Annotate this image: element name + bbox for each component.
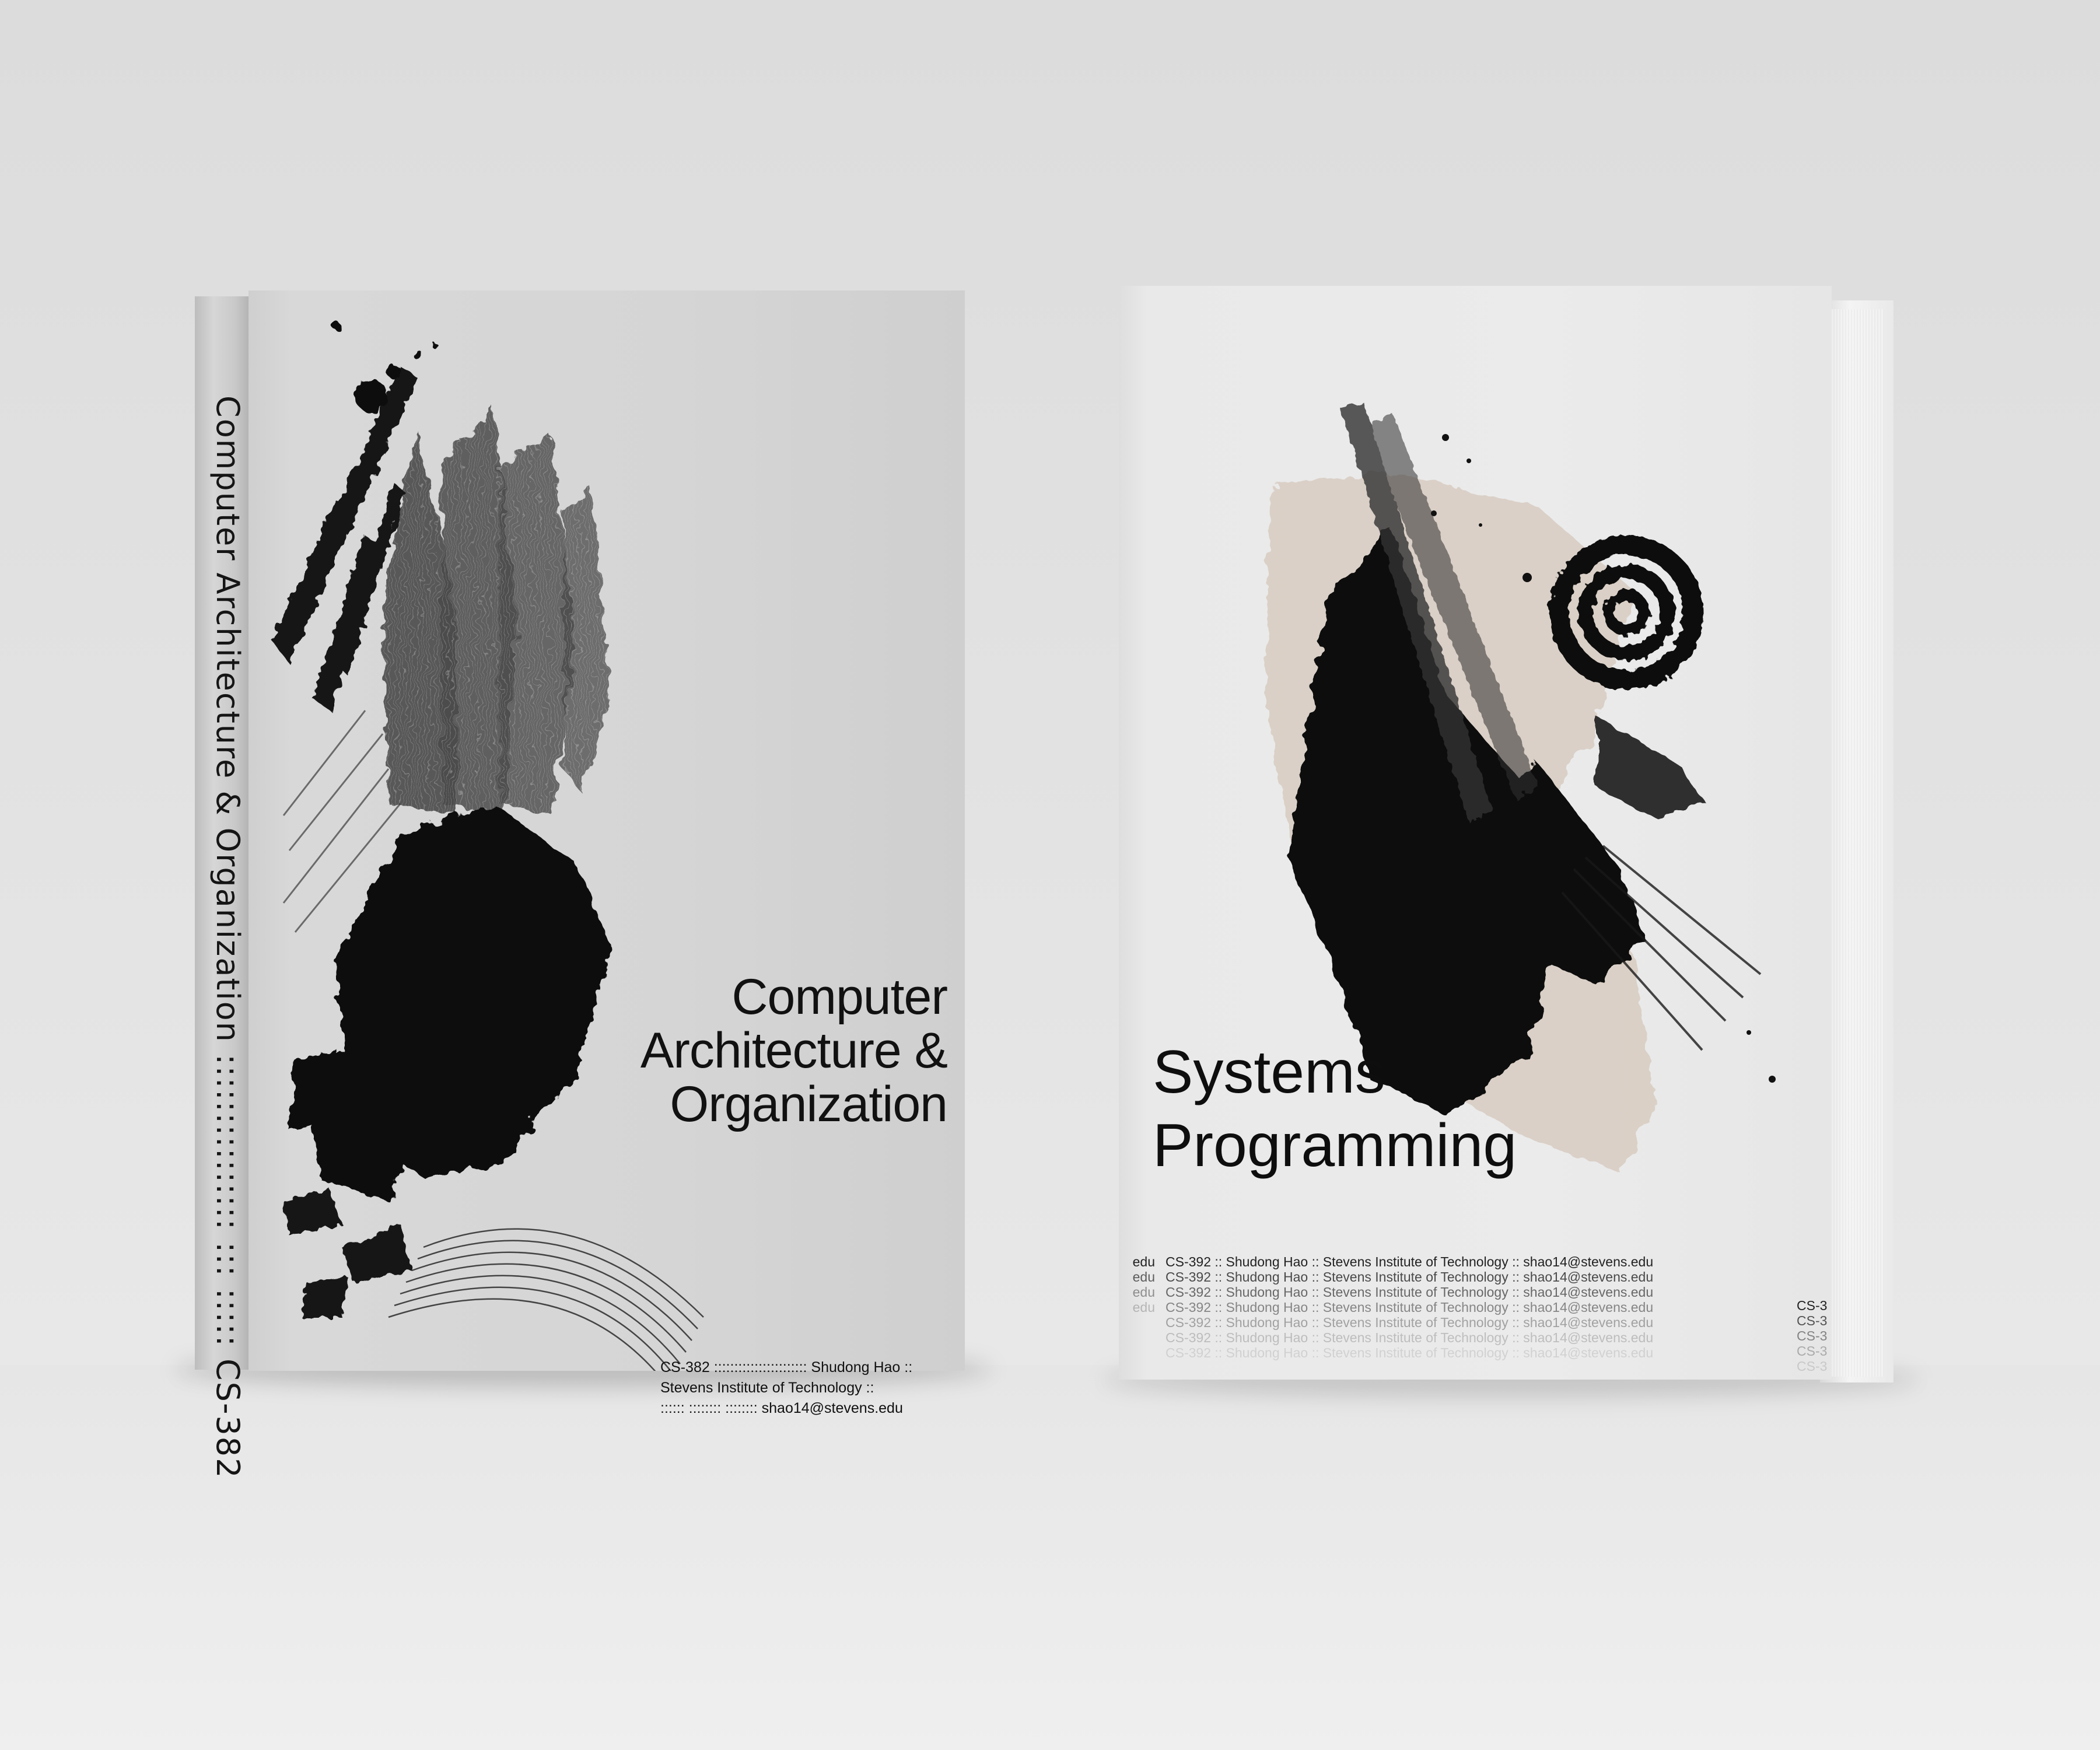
info-line: CS-392 :: Shudong Hao :: Stevens Institu…	[1166, 1254, 1654, 1269]
stub-line: CS-3	[1797, 1298, 1828, 1313]
book-left-title: Computer Architecture & Organization	[539, 969, 948, 1132]
info-lines: CS-392 :: Shudong Hao :: Stevens Institu…	[1166, 1254, 1653, 1360]
book-left-cover: Computer Architecture & Organization	[249, 290, 965, 1371]
info-line: CS-392 :: Shudong Hao :: Stevens Institu…	[1166, 1284, 1654, 1300]
info-line: CS-392 :: Shudong Hao :: Stevens Institu…	[1166, 1345, 1654, 1360]
info-line: CS-392 :: Shudong Hao :: Stevens Institu…	[1166, 1300, 1654, 1315]
meta-line: CS-382 ::::::::::::::::::::::: Shudong H…	[660, 1359, 913, 1376]
info-stub-right: CS-3 CS-3 CS-3 CS-3 CS-3	[1797, 1298, 1832, 1374]
book-right-cover: Systems Programming CS-392 :: Shudong Ha…	[1119, 286, 1832, 1380]
book-right-title: Systems Programming	[1153, 1035, 1517, 1182]
info-stub-left: edu edu edu edu	[1119, 1254, 1155, 1315]
title-line: Computer	[732, 969, 948, 1025]
title-line: Architecture &	[640, 1023, 948, 1079]
meta-line: :::::: :::::::: :::::::: shao14@stevens.…	[660, 1400, 903, 1416]
spine-title: Computer Architecture & Organization :::…	[209, 396, 246, 1479]
title-line: Organization	[670, 1076, 948, 1132]
stub-line: edu	[1132, 1269, 1155, 1284]
book-left: Computer Architecture & Organization :::…	[195, 290, 965, 1479]
book-right-pages	[1826, 309, 1884, 1377]
title-line: Systems	[1153, 1038, 1385, 1106]
title-line: Programming	[1153, 1112, 1517, 1180]
ink-brush-artwork	[272, 321, 704, 1371]
info-line: CS-392 :: Shudong Hao :: Stevens Institu…	[1166, 1269, 1654, 1284]
stub-line: CS-3	[1797, 1328, 1828, 1343]
ink-brush-artwork	[1265, 402, 1776, 1172]
stub-line: edu	[1132, 1284, 1155, 1300]
book-left-spine: Computer Architecture & Organization :::…	[195, 296, 249, 1479]
stub-line: CS-3	[1797, 1343, 1828, 1359]
info-line: CS-392 :: Shudong Hao :: Stevens Institu…	[1166, 1330, 1654, 1345]
stub-line: edu	[1132, 1300, 1155, 1315]
info-line: CS-392 :: Shudong Hao :: Stevens Institu…	[1166, 1315, 1654, 1330]
meta-line: Stevens Institute of Technology ::	[660, 1380, 874, 1396]
stub-line: edu	[1132, 1254, 1155, 1269]
floor	[0, 1365, 2100, 1750]
stub-line: CS-3	[1797, 1359, 1828, 1374]
stub-line: CS-3	[1797, 1313, 1828, 1328]
